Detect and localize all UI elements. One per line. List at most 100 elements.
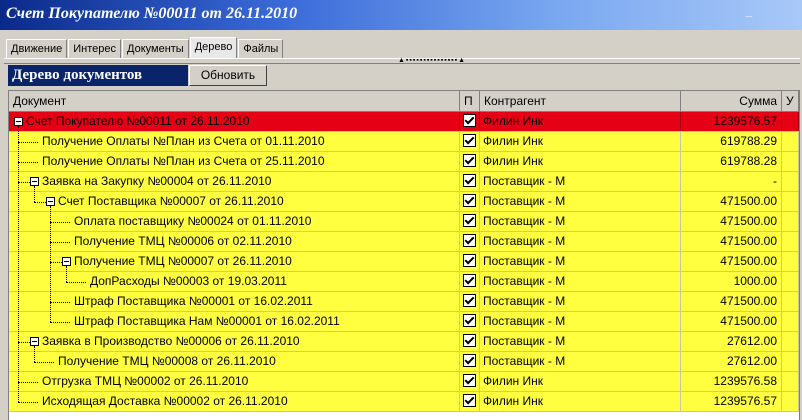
plan-checkbox[interactable] (463, 174, 476, 187)
document-label: Заявка на Закупку №00004 от 26.11.2010 (42, 174, 272, 188)
u-cell (782, 312, 799, 331)
document-cell[interactable]: Получение ТМЦ №00007 от 26.11.2010 (9, 252, 460, 271)
table-row[interactable]: Получение ТМЦ №00007 от 26.11.2010 Постав… (9, 252, 799, 272)
plan-cell (460, 212, 480, 231)
contractor-cell: Поставщик - М (480, 332, 681, 351)
document-cell[interactable]: Оплата поставщику №00024 от 01.11.2010 (9, 212, 460, 231)
column-header-contractor[interactable]: Контрагент (480, 91, 681, 111)
plan-cell (460, 292, 480, 311)
table-row[interactable]: ДопРасходы №00003 от 19.03.2011 Поставщик… (9, 272, 799, 292)
tree-connector (50, 242, 70, 243)
u-cell (782, 252, 799, 271)
column-header-document[interactable]: Документ (9, 91, 460, 111)
table-row[interactable]: Исходящая Доставка №00002 от 26.11.2010 Ф… (9, 392, 799, 412)
sum-cell: 471500.00 (681, 192, 782, 211)
plan-cell (460, 312, 480, 331)
collapse-icon[interactable] (14, 117, 23, 126)
plan-checkbox[interactable] (463, 394, 476, 407)
tree-connector (50, 322, 70, 323)
document-cell[interactable]: Счет Поставщика №00007 от 26.11.2010 (9, 192, 460, 211)
sum-cell: 27612.00 (681, 352, 782, 371)
sum-cell: - (681, 172, 782, 191)
column-header-sum[interactable]: Сумма (681, 91, 782, 111)
table-row[interactable]: Счет Покупателю №00011 от 26.11.2010 Фили… (9, 112, 799, 132)
contractor-cell: Поставщик - М (480, 252, 681, 271)
document-cell[interactable]: Получение Оплаты №План из Счета от 25.11… (9, 152, 460, 171)
table-row[interactable]: Оплата поставщику №00024 от 01.11.2010 По… (9, 212, 799, 232)
plan-checkbox[interactable] (463, 134, 476, 147)
column-header-u[interactable]: У (782, 91, 799, 111)
table-row[interactable]: Заявка на Закупку №00004 от 26.11.2010 По… (9, 172, 799, 192)
tree-connector (34, 202, 46, 203)
sum-cell: 471500.00 (681, 252, 782, 271)
tab-movement[interactable]: Движение (6, 39, 68, 58)
document-cell[interactable]: Получение ТМЦ №00008 от 26.11.2010 (9, 352, 460, 371)
document-label: Получение ТМЦ №00008 от 26.11.2010 (58, 354, 276, 368)
document-label: Отгрузка ТМЦ №00002 от 26.11.2010 (42, 374, 249, 388)
plan-cell (460, 152, 480, 171)
tree-guide-line (34, 186, 35, 202)
tab-bar: Движение Интерес Документы Дерево Файлы (6, 37, 284, 58)
plan-checkbox[interactable] (463, 254, 476, 267)
plan-checkbox[interactable] (463, 234, 476, 247)
document-cell[interactable]: Отгрузка ТМЦ №00002 от 26.11.2010 (9, 372, 460, 391)
document-label: Штраф Поставщика №00001 от 16.02.2011 (74, 294, 313, 308)
table-row[interactable]: Отгрузка ТМЦ №00002 от 26.11.2010 Филин И… (9, 372, 799, 392)
column-header-plan[interactable]: П (460, 91, 480, 111)
u-cell (782, 192, 799, 211)
contractor-cell: Филин Инк (480, 112, 681, 131)
table-row[interactable]: Штраф Поставщика №00001 от 16.02.2011 Пос… (9, 292, 799, 312)
refresh-button[interactable]: Обновить (189, 65, 267, 86)
plan-checkbox[interactable] (463, 354, 476, 367)
plan-checkbox[interactable] (463, 214, 476, 227)
document-cell[interactable]: Исходящая Доставка №00002 от 26.11.2010 (9, 392, 460, 411)
contractor-cell: Поставщик - М (480, 192, 681, 211)
plan-checkbox[interactable] (463, 154, 476, 167)
table-row[interactable]: Получение ТМЦ №00008 от 26.11.2010 Постав… (9, 352, 799, 372)
table-row[interactable]: Заявка в Производство №00006 от 26.11.20… (9, 332, 799, 352)
tab-tree[interactable]: Дерево (189, 37, 238, 58)
document-cell[interactable]: Счет Покупателю №00011 от 26.11.2010 (9, 112, 460, 131)
collapse-icon[interactable] (46, 197, 55, 206)
minimize-button[interactable]: _ (745, 4, 752, 18)
tree-connector (18, 382, 38, 383)
document-label: Получение Оплаты №План из Счета от 25.11… (42, 154, 325, 168)
u-cell (782, 272, 799, 291)
table-row[interactable]: Получение Оплаты №План из Счета от 01.11… (9, 132, 799, 152)
plan-checkbox[interactable] (463, 294, 476, 307)
document-cell[interactable]: Заявка на Закупку №00004 от 26.11.2010 (9, 172, 460, 191)
document-cell[interactable]: Заявка в Производство №00006 от 26.11.20… (9, 332, 460, 351)
tree-connector (18, 162, 38, 163)
document-cell[interactable]: Штраф Поставщика №00001 от 16.02.2011 (9, 292, 460, 311)
contractor-cell: Поставщик - М (480, 352, 681, 371)
document-cell[interactable]: Получение ТМЦ №00006 от 02.11.2010 (9, 232, 460, 251)
table-row[interactable]: Получение ТМЦ №00006 от 02.11.2010 Постав… (9, 232, 799, 252)
plan-checkbox[interactable] (463, 194, 476, 207)
plan-checkbox[interactable] (463, 314, 476, 327)
tab-files[interactable]: Файлы (238, 39, 284, 58)
contractor-cell: Поставщик - М (480, 292, 681, 311)
sum-cell: 27612.00 (681, 332, 782, 351)
document-label: Исходящая Доставка №00002 от 26.11.2010 (42, 394, 288, 408)
plan-checkbox[interactable] (463, 274, 476, 287)
plan-checkbox[interactable] (463, 374, 476, 387)
tree-connector (66, 282, 86, 283)
document-cell[interactable]: Получение Оплаты №План из Счета от 01.11… (9, 132, 460, 151)
table-row[interactable]: Штраф Поставщика Нам №00001 от 16.02.201… (9, 312, 799, 332)
contractor-cell: Филин Инк (480, 132, 681, 151)
collapse-icon[interactable] (62, 257, 71, 266)
u-cell (782, 392, 799, 411)
tab-documents[interactable]: Документы (122, 39, 189, 58)
plan-checkbox[interactable] (463, 334, 476, 347)
sum-cell: 619788.28 (681, 152, 782, 171)
collapse-icon[interactable] (30, 337, 39, 346)
plan-checkbox[interactable] (463, 114, 476, 127)
splitter-grip-icon[interactable]: ▲▪▪▪▪▪▪▪▪▪▪▪▪▪▪▪▲ (398, 57, 466, 64)
tab-interest[interactable]: Интерес (68, 39, 122, 58)
u-cell (782, 132, 799, 151)
document-cell[interactable]: ДопРасходы №00003 от 19.03.2011 (9, 272, 460, 291)
table-row[interactable]: Получение Оплаты №План из Счета от 25.11… (9, 152, 799, 172)
collapse-icon[interactable] (30, 177, 39, 186)
document-cell[interactable]: Штраф Поставщика Нам №00001 от 16.02.201… (9, 312, 460, 331)
table-row[interactable]: Счет Поставщика №00007 от 26.11.2010 Пост… (9, 192, 799, 212)
